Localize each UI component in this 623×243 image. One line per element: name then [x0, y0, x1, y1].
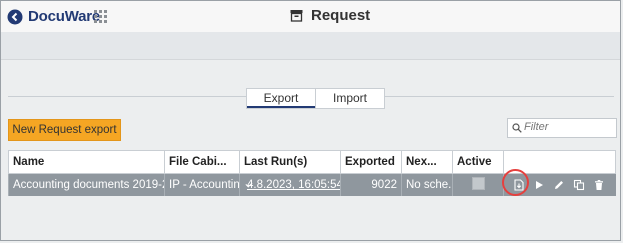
filter-input[interactable]	[524, 120, 612, 134]
active-checkbox[interactable]	[471, 177, 485, 190]
table-row[interactable]: Accounting documents 2019-2022 IP - Acco…	[8, 173, 616, 196]
cell-last-run: 4.8.2023, 16:05:54	[239, 173, 341, 196]
sub-header-band	[1, 32, 620, 60]
cell-file-cabinet: IP - Accounting	[164, 173, 240, 196]
column-header-active[interactable]: Active	[452, 150, 504, 174]
request-archive-icon	[290, 10, 303, 22]
cell-next: No sche...	[401, 173, 453, 196]
search-icon	[512, 123, 522, 133]
delete-trash-icon[interactable]	[593, 179, 605, 191]
requests-table: Name File Cabi... Last Run(s) Exported N…	[8, 150, 616, 196]
tab-export[interactable]: Export	[247, 89, 315, 108]
tab-import[interactable]: Import	[315, 89, 384, 108]
column-header-last-runs[interactable]: Last Run(s)	[239, 150, 341, 174]
cell-exported: 9022	[340, 173, 402, 196]
column-header-actions	[503, 150, 616, 174]
table-header-row: Name File Cabi... Last Run(s) Exported N…	[8, 150, 616, 174]
app-grid-icon[interactable]	[94, 10, 108, 24]
filter-field[interactable]	[507, 118, 617, 138]
page-header: Request	[290, 7, 370, 24]
page-title: Request	[311, 7, 371, 24]
column-header-exported[interactable]: Exported	[340, 150, 402, 174]
new-request-export-button[interactable]: New Request export	[8, 119, 121, 141]
play-icon[interactable]	[533, 179, 545, 191]
column-header-next[interactable]: Nex...	[401, 150, 453, 174]
copy-icon[interactable]	[573, 179, 585, 191]
brand-name: DocuWare	[28, 8, 101, 25]
docuware-logo-icon	[7, 9, 23, 24]
cell-active	[452, 173, 504, 196]
last-run-link[interactable]: 4.8.2023, 16:05:54	[247, 179, 341, 191]
top-bar: DocuWare Request	[1, 1, 620, 33]
cell-actions	[503, 173, 616, 196]
export-document-icon[interactable]	[513, 179, 525, 191]
cell-name: Accounting documents 2019-2022	[8, 173, 165, 196]
column-header-file-cabinet[interactable]: File Cabi...	[164, 150, 240, 174]
edit-pencil-icon[interactable]	[553, 179, 565, 191]
column-header-name[interactable]: Name	[8, 150, 165, 174]
tab-bar: Export Import	[246, 88, 385, 109]
docuware-logo[interactable]: DocuWare	[7, 8, 100, 25]
